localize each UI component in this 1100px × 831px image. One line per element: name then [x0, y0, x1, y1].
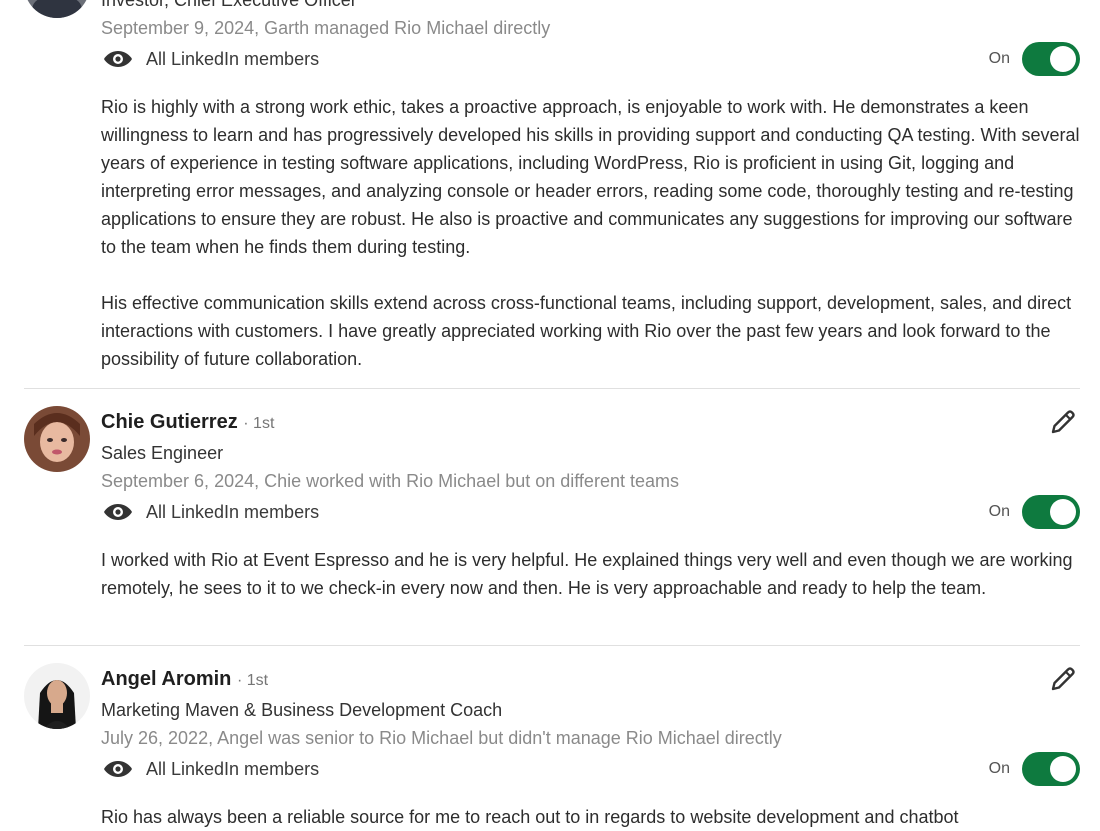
recommendation-text: I worked with Rio at Event Espresso and …: [101, 546, 1081, 602]
toggle-state-label: On: [988, 50, 1010, 67]
visibility-label: All LinkedIn members: [146, 48, 320, 69]
toggle-knob: [1050, 499, 1076, 525]
recommendation-paragraph: I worked with Rio at Event Espresso and …: [101, 550, 1073, 598]
recommender-headline: Investor, Chief Executive Officer: [101, 0, 357, 10]
avatar[interactable]: [24, 0, 90, 18]
recommendation-meta: July 26, 2022, Angel was senior to Rio M…: [101, 728, 782, 748]
visibility-toggle[interactable]: [1022, 752, 1080, 786]
eye-icon: [104, 504, 132, 520]
recommendation-paragraph: His effective communication skills exten…: [101, 293, 1072, 369]
recommendation-meta: September 9, 2024, Garth managed Rio Mic…: [101, 18, 551, 38]
toggle-state-label: On: [988, 503, 1010, 520]
avatar[interactable]: [24, 663, 90, 729]
visibility-row: All LinkedIn members: [102, 500, 319, 524]
divider: [24, 388, 1080, 389]
recommender-headline: Marketing Maven & Business Development C…: [101, 700, 503, 720]
connection-degree: · 1st: [243, 415, 275, 432]
visibility-toggle-row: On: [989, 752, 1080, 786]
toggle-state-label: On: [988, 760, 1010, 777]
visibility-toggle[interactable]: [1022, 495, 1080, 529]
visibility-toggle-row: On: [989, 42, 1080, 76]
toggle-knob: [1050, 46, 1076, 72]
pencil-icon[interactable]: [1048, 407, 1078, 437]
visibility-label: All LinkedIn members: [146, 758, 320, 779]
recommendation-meta: September 6, 2024, Chie worked with Rio …: [101, 471, 679, 491]
recommender-headline: Sales Engineer: [101, 443, 224, 463]
pencil-icon[interactable]: [1048, 664, 1078, 694]
visibility-row: All LinkedIn members: [102, 757, 319, 781]
divider: [24, 645, 1080, 646]
recommender-name[interactable]: Angel Aromin: [101, 668, 231, 690]
recommendation-paragraph: Rio has always been a reliable source fo…: [101, 807, 959, 827]
recommender-name-line: Angel Aromin · 1st: [101, 668, 268, 691]
recommender-name-line: Chie Gutierrez · 1st: [101, 411, 274, 434]
recommendation-paragraph: Rio is highly with a strong work ethic, …: [101, 97, 1080, 257]
toggle-knob: [1050, 756, 1076, 782]
visibility-toggle-row: On: [989, 495, 1080, 529]
visibility-row: All LinkedIn members: [102, 47, 319, 71]
recommendation-text: Rio has always been a reliable source fo…: [101, 803, 1081, 831]
eye-icon: [104, 761, 132, 777]
avatar[interactable]: [24, 406, 90, 472]
recommender-name[interactable]: Chie Gutierrez: [101, 411, 238, 433]
connection-degree: · 1st: [236, 672, 269, 689]
visibility-toggle[interactable]: [1022, 42, 1080, 76]
recommendation-text: Rio is highly with a strong work ethic, …: [101, 93, 1081, 373]
eye-icon: [104, 51, 132, 67]
visibility-label: All LinkedIn members: [146, 501, 320, 522]
